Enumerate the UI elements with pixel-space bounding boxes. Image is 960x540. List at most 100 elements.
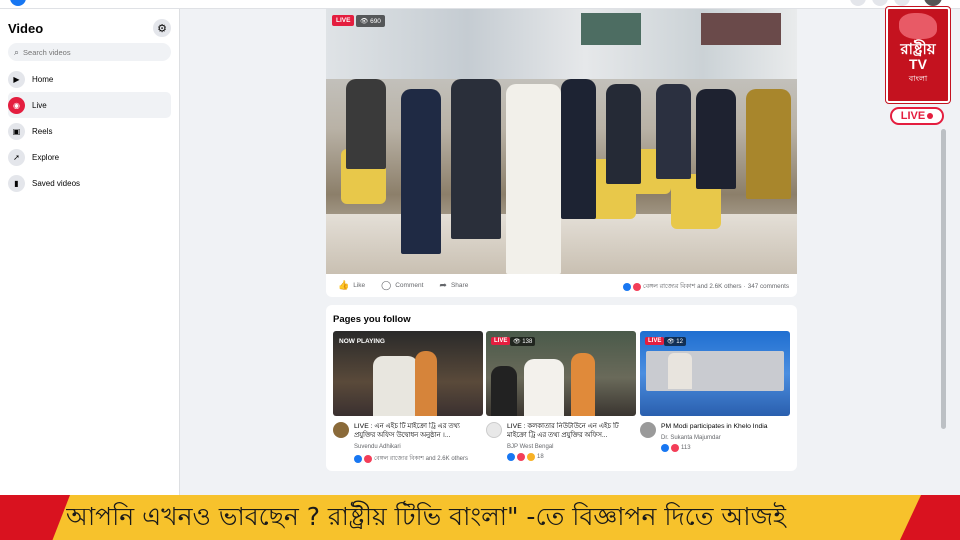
ticker-accent-left (0, 495, 70, 540)
settings-gear-icon[interactable]: ⚙ (153, 19, 171, 37)
page-video-card[interactable]: LIVE 👁 138 LIVE : কলকাতার নিউটাউনে এন এই… (486, 331, 636, 464)
video-scene-person (451, 79, 501, 239)
viewer-count-badge: 👁 690 (356, 15, 385, 27)
facebook-logo-icon[interactable] (10, 0, 26, 6)
video-thumbnail[interactable]: NOW PLAYING (333, 331, 483, 416)
like-reaction-icon (354, 454, 362, 463)
live-dot-icon (927, 113, 934, 119)
video-scene-screen (701, 13, 781, 45)
love-reaction-icon (671, 444, 679, 452)
comment-label: Comment (395, 282, 424, 289)
sidebar-item-label: Saved videos (32, 178, 81, 188)
card-author[interactable]: Suvendu Adhikari (354, 444, 401, 450)
eye-icon: 👁 (360, 18, 369, 25)
reactions-text: বেঙ্গল রাজ্যের বিকাশ and 2.6K others (642, 283, 742, 290)
india-map-icon (899, 13, 937, 39)
thumbs-up-icon: 👍 (338, 280, 350, 290)
video-sidebar: Video ⚙ ⌕ ▶ Home ◉ Live ▣ Reels ➚ Explor… (0, 9, 180, 495)
viewer-count: 690 (370, 18, 381, 25)
sidebar-item-explore[interactable]: ➚ Explore (8, 144, 171, 170)
thumbnail-person (373, 356, 418, 416)
bookmark-icon: ▮ (8, 174, 25, 192)
card-reactions-text: 18 (537, 454, 544, 460)
card-reactions: বেঙ্গল রাজ্যের বিকাশ and 2.6K others (354, 453, 468, 464)
ticker-text: আপনি এখনও ভাবছেন ? রাষ্ট্রীয় টিভি বাংলা… (66, 502, 786, 531)
sidebar-header: Video ⚙ (8, 15, 171, 41)
reels-icon: ▣ (8, 122, 25, 140)
sidebar-item-label: Explore (32, 152, 60, 162)
thumbnail-person (524, 359, 564, 416)
card-title[interactable]: LIVE : কলকাতার নিউটাউনে এন এইচ টি মাইক্র… (507, 422, 635, 440)
sidebar-item-live[interactable]: ◉ Live (8, 92, 171, 118)
pages-you-follow-section: Pages you follow NOW PLAYING LIVE : এন এ… (326, 305, 797, 471)
avatar[interactable] (333, 422, 349, 438)
video-thumbnail[interactable]: LIVE 👁 138 (486, 331, 636, 416)
profile-avatar[interactable] (924, 0, 942, 6)
viewer-count-badge: 👁 138 (510, 337, 536, 346)
search-box[interactable]: ⌕ (8, 43, 171, 61)
card-title[interactable]: PM Modi participates in Khelo India (661, 422, 789, 431)
like-button[interactable]: 👍 Like (338, 280, 365, 291)
video-scene-person (401, 89, 441, 254)
comment-button[interactable]: ◯ Comment (381, 280, 423, 291)
search-input[interactable] (23, 47, 154, 57)
sidebar-item-label: Live (32, 100, 47, 110)
sidebar-item-reels[interactable]: ▣ Reels (8, 118, 171, 144)
avatar[interactable] (640, 422, 656, 438)
sidebar-title: Video (8, 20, 44, 36)
love-reaction-icon (364, 454, 372, 463)
explore-icon: ➚ (8, 148, 25, 166)
thumbnail-video-grid (646, 351, 784, 391)
page-video-card[interactable]: LIVE 👁 12 PM Modi participates in Khelo … (640, 331, 790, 464)
news-ticker: আপনি এখনও ভাবছেন ? রাষ্ট্রীয় টিভি বাংলা… (0, 495, 960, 540)
viewer-count-badge: 👁 12 (664, 337, 686, 346)
sidebar-item-saved-videos[interactable]: ▮ Saved videos (8, 170, 171, 196)
card-reactions: 18 (507, 453, 544, 461)
live-video-post: LIVE 👁 690 👍 Like ◯ Comment ➦ Share বেঙ্গল … (326, 9, 797, 297)
viewer-count: 138 (522, 339, 533, 345)
card-reactions-text: বেঙ্গল রাজ্যের বিকাশ and 2.6K others (374, 456, 468, 462)
logo-subtitle: বাংলা (908, 74, 928, 83)
like-reaction-icon (507, 453, 515, 461)
notifications-icon[interactable] (894, 0, 910, 6)
menu-icon[interactable] (850, 0, 866, 6)
video-scene-screen (581, 13, 641, 45)
thumbnail-person (668, 353, 692, 389)
comments-count[interactable]: 347 comments (748, 283, 789, 290)
share-button[interactable]: ➦ Share (439, 280, 468, 291)
sidebar-item-label: Reels (32, 126, 53, 136)
live-badge: LIVE (332, 15, 355, 26)
thumbnail-person (491, 366, 517, 416)
video-scene-person (506, 84, 561, 274)
separator: · (743, 283, 746, 290)
love-reaction-icon (517, 453, 525, 461)
logo-tv: TV (909, 56, 927, 72)
sidebar-item-home[interactable]: ▶ Home (8, 66, 171, 92)
sidebar-nav: ▶ Home ◉ Live ▣ Reels ➚ Explore ▮ Saved … (8, 66, 171, 196)
video-scene-floor (326, 214, 797, 274)
love-reaction-icon (632, 282, 641, 291)
logo-name: রাষ্ট্রীয় (900, 40, 936, 58)
page-video-card[interactable]: NOW PLAYING LIVE : এন এইচ টি মাইক্রো ট্র… (333, 331, 483, 464)
sidebar-item-label: Home (32, 74, 54, 84)
like-reaction-icon (622, 282, 631, 291)
eye-icon: 👁 (667, 339, 675, 345)
avatar[interactable] (486, 422, 502, 438)
eye-icon: 👁 (513, 339, 521, 345)
card-title[interactable]: LIVE : এন এইচ টি মাইক্রো ট্রি এর তথ্য প্… (354, 422, 482, 440)
section-title: Pages you follow (333, 314, 411, 325)
card-author[interactable]: Dr. Sukanta Majumdar (661, 435, 721, 441)
search-icon: ⌕ (14, 46, 20, 57)
card-info: LIVE : কলকাতার নিউটাউনে এন এইচ টি মাইক্র… (486, 416, 636, 464)
card-author[interactable]: BJP West Bengal (507, 444, 553, 450)
video-scene-person (606, 84, 641, 184)
live-badge: LIVE (645, 337, 665, 345)
channel-logo: রাষ্ট্রীয় TV বাংলা (886, 7, 950, 103)
video-player[interactable]: LIVE 👁 690 (326, 9, 797, 274)
scrollbar-thumb[interactable] (941, 129, 946, 429)
play-icon: ▶ (8, 70, 25, 88)
comment-icon: ◯ (381, 280, 392, 290)
reactions-summary[interactable]: বেঙ্গল রাজ্যের বিকাশ and 2.6K others · 3… (622, 281, 789, 292)
video-thumbnail[interactable]: LIVE 👁 12 (640, 331, 790, 416)
messenger-icon[interactable] (872, 0, 888, 6)
